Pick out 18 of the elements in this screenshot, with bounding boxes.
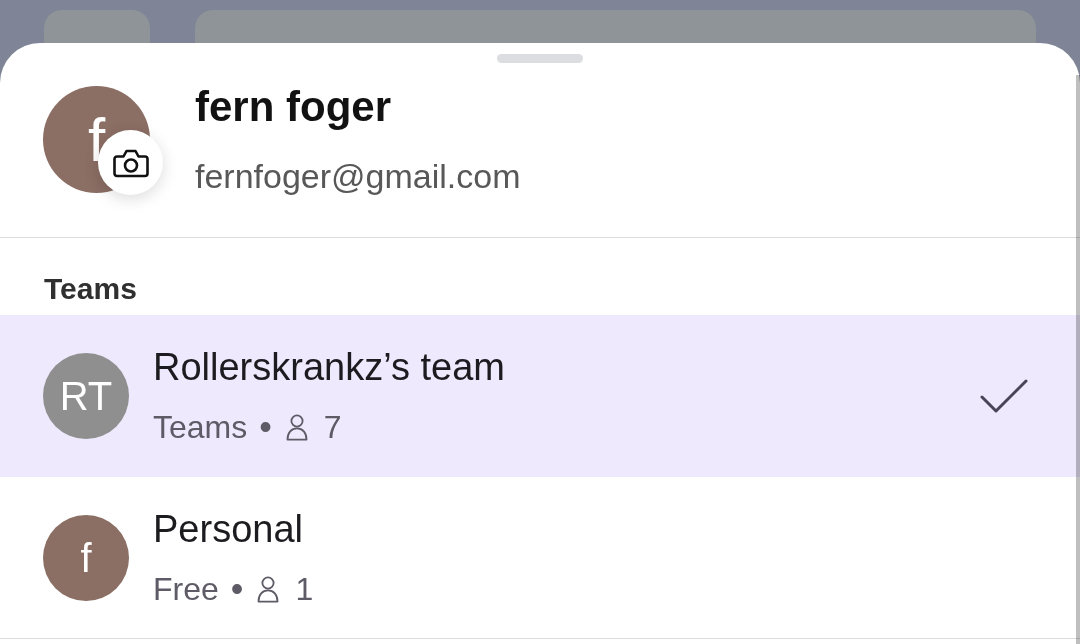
team-avatar: f: [43, 514, 129, 601]
profile-email: fernfoger@gmail.com: [195, 159, 521, 193]
separator-dot: •: [230, 573, 244, 605]
team-row[interactable]: RT Rollerskrankz’s team Teams • 7: [0, 315, 1080, 477]
team-plan: Free: [153, 573, 219, 605]
member-count: 7: [323, 411, 342, 443]
team-name: Personal: [153, 510, 304, 548]
section-heading: Teams: [44, 271, 137, 306]
team-name: Rollerskrankz’s team: [153, 348, 506, 386]
camera-icon: [112, 147, 149, 178]
separator-dot: •: [259, 411, 272, 443]
team-avatar: RT: [43, 352, 129, 439]
person-icon: [285, 413, 308, 441]
member-count: 1: [295, 573, 314, 605]
person-icon: [257, 575, 280, 603]
drag-handle[interactable]: [497, 54, 583, 63]
profile-name: fern foger: [195, 86, 392, 128]
team-plan: Teams: [153, 411, 248, 443]
